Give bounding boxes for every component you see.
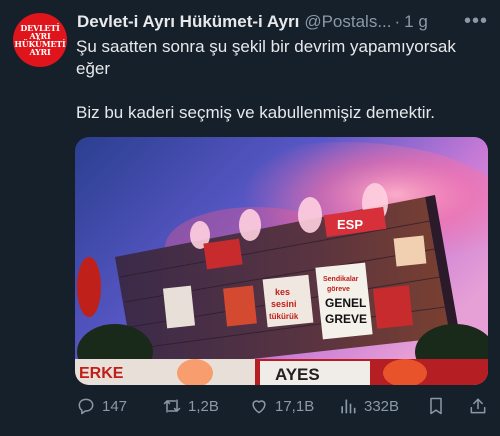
views-count: 332B	[364, 397, 400, 415]
banner-sendikalar: Sendikalar	[323, 276, 359, 283]
like-button[interactable]: 17,1B	[249, 393, 314, 419]
views-button[interactable]: 332B	[338, 393, 399, 419]
reply-count: 147	[102, 397, 128, 415]
tweet-text: Şu saatten sonra şu şekil bir devrim yap…	[76, 36, 491, 124]
banner-genel: GENEL	[325, 296, 366, 310]
banner-erke: ERKE	[79, 365, 124, 382]
more-options-icon[interactable]: •••	[464, 10, 488, 32]
views-chart-icon	[341, 399, 356, 414]
tweet-text-line-2: eğer	[76, 59, 111, 78]
repost-button[interactable]: 1,2B	[162, 393, 219, 419]
user-handle[interactable]: @Postals...	[304, 12, 391, 32]
repost-count: 1,2B	[188, 397, 219, 415]
bookmark-button[interactable]	[426, 393, 446, 419]
avatar-line-3: AYRI	[29, 47, 51, 57]
tweet-text-line-1: Şu saatten sonra şu şekil bir devrim yap…	[76, 37, 456, 56]
share-button[interactable]	[468, 393, 488, 419]
bookmark-icon	[430, 397, 442, 415]
timestamp[interactable]: 1 g	[404, 12, 428, 32]
avatar-line-1: DEVLETİ AYRI	[20, 23, 60, 41]
banner-esp: ESP	[337, 217, 363, 232]
tweet-photo[interactable]: kes sesini tükürük Sendikalar göreve GEN…	[75, 137, 488, 385]
avatar[interactable]: DEVLETİ AYRI HÜKÜMETİ AYRI	[13, 13, 67, 67]
photo-protest-building: kes sesini tükürük Sendikalar göreve GEN…	[75, 137, 488, 385]
repost-icon	[163, 399, 181, 413]
banner-kes: kes	[275, 287, 290, 297]
banner-greve: GREVE	[325, 312, 367, 326]
reply-button[interactable]: 147	[76, 393, 127, 419]
banner-sesini: sesini	[271, 299, 297, 309]
banner-goreve: göreve	[327, 286, 350, 293]
banner-ayes: AYES	[275, 365, 320, 384]
banner-tukuruk: tükürük	[269, 312, 299, 321]
like-count: 17,1B	[275, 397, 315, 415]
separator-dot: ·	[394, 12, 401, 31]
tweet-text-line-3: Biz bu kaderi seçmiş ve kabullenmişiz de…	[76, 103, 436, 122]
share-icon	[470, 398, 486, 414]
reply-icon	[78, 398, 94, 415]
tweet-actions: 147 1,2B 17,1B 332B	[76, 393, 492, 419]
display-name[interactable]: Devlet-i Ayrı Hükümet-i Ayrı	[77, 12, 299, 32]
heart-icon	[252, 400, 266, 414]
tweet-header: Devlet-i Ayrı Hükümet-i Ayrı @Postals...…	[77, 10, 492, 34]
